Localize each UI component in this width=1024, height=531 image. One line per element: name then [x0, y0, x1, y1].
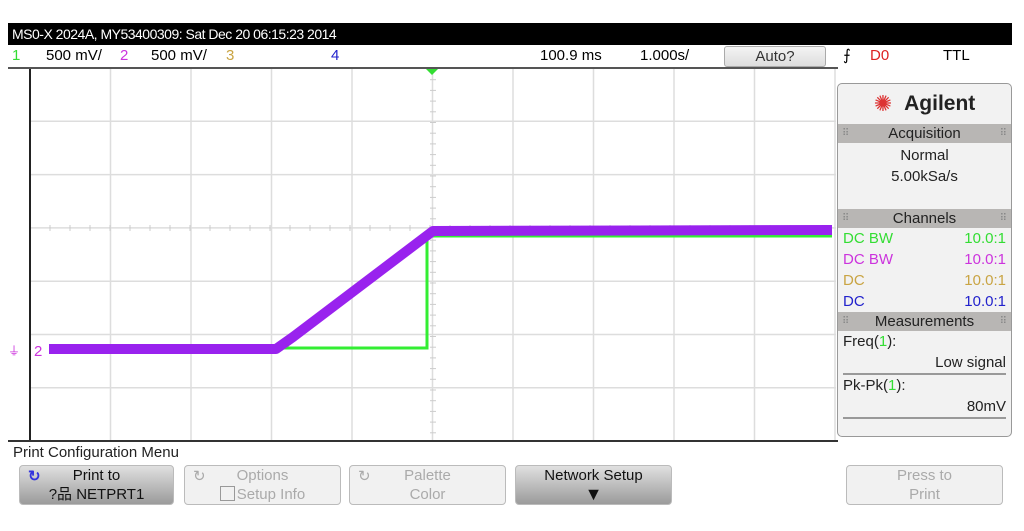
acquisition-mode: Normal: [900, 147, 949, 164]
trigger-source[interactable]: D0: [870, 45, 889, 67]
sample-rate: 5.00kSa/s: [891, 168, 958, 185]
print-to-softkey[interactable]: ↻ Print to ?品 NETPRT1: [19, 465, 174, 505]
softkey-value: Color: [409, 486, 446, 503]
palette-softkey[interactable]: ↻ Palette Color: [349, 465, 506, 505]
probe-ratio: 10.0:1: [964, 293, 1006, 310]
menu-title: Print Configuration Menu: [13, 444, 179, 461]
coupling: DC BW: [843, 251, 893, 268]
probe-ratio: 10.0:1: [964, 251, 1006, 268]
measurement-label-close: ):: [896, 377, 906, 394]
brand-header: ✺ Agilent: [838, 84, 1011, 124]
channels-header[interactable]: Channels: [838, 209, 1011, 228]
softkey-label: Palette: [404, 467, 451, 484]
softkey-value: Setup Info: [236, 486, 306, 503]
measurement-channel: 1: [878, 333, 888, 350]
setup-info-checkbox[interactable]: [219, 486, 235, 501]
probe-ratio: 10.0:1: [964, 272, 1006, 289]
title-bar: MS0-X 2024A, MY53400309: Sat Dec 20 06:1…: [8, 23, 1012, 45]
ch1-scale[interactable]: 500 mV/: [46, 45, 102, 67]
delay-value[interactable]: 100.9 ms: [540, 45, 602, 67]
trigger-level[interactable]: TTL: [943, 45, 970, 67]
ch2-scale[interactable]: 500 mV/: [151, 45, 207, 67]
channel-row[interactable]: DC 10.0:1: [838, 291, 1011, 312]
rotate-knob-icon: ↻: [28, 468, 41, 485]
measurement-item[interactable]: Pk-Pk(1): 80mV: [838, 375, 1011, 419]
acquisition-header[interactable]: Acquisition: [838, 124, 1011, 143]
channel-row[interactable]: DC BW 10.0:1: [838, 228, 1011, 249]
measurement-value: Low signal: [843, 352, 1006, 375]
softkey-value: Print: [909, 486, 940, 503]
channel-1-trace: [280, 234, 832, 350]
measurement-item[interactable]: Freq(1): Low signal: [838, 331, 1011, 375]
ch1-number[interactable]: 1: [12, 45, 20, 67]
measurement-label-close: ):: [887, 333, 897, 350]
measurement-label: Freq(: [843, 333, 879, 350]
probe-ratio: 10.0:1: [964, 230, 1006, 247]
softkey-label: Options: [236, 467, 289, 484]
measurement-value: 80mV: [843, 396, 1006, 419]
coupling: DC: [843, 293, 865, 310]
ground-reference-icon: ⏚: [8, 344, 20, 358]
softkey-label: Network Setup: [544, 467, 643, 484]
rotate-knob-icon: ↻: [193, 468, 206, 485]
ch3-number[interactable]: 3: [226, 45, 234, 67]
measurement-label: Pk-Pk(: [843, 377, 888, 394]
options-softkey[interactable]: ↻ Options Setup Info: [184, 465, 341, 505]
trigger-mode-button[interactable]: Auto?: [724, 46, 826, 67]
press-to-print-softkey[interactable]: Press to Print: [846, 465, 1003, 505]
timebase-scale[interactable]: 1.000s/: [640, 45, 689, 67]
graticule: [29, 68, 836, 440]
rotate-knob-icon: ↻: [358, 468, 371, 485]
ch2-number[interactable]: 2: [120, 45, 128, 67]
softkey-label: Print to: [72, 467, 121, 484]
channel-row[interactable]: DC BW 10.0:1: [838, 249, 1011, 270]
channel-2-trace: [49, 225, 833, 354]
agilent-logo-icon: ✺: [873, 91, 893, 116]
network-setup-softkey[interactable]: Network Setup ▼: [515, 465, 672, 505]
channel-status-row: 1 500 mV/ 2 500 mV/ 3 4 100.9 ms 1.000s/…: [8, 45, 1012, 67]
brand-name: Agilent: [904, 92, 976, 115]
waveform-display[interactable]: ⏚ 2: [8, 67, 838, 445]
side-panel: ✺ Agilent Acquisition Normal 5.00kSa/s C…: [837, 83, 1012, 437]
channel-2-ground-marker[interactable]: 2: [34, 343, 42, 360]
ch4-number[interactable]: 4: [331, 45, 339, 67]
softkey-value: ?品 NETPRT1: [48, 486, 145, 503]
rising-edge-icon: ⨍: [843, 47, 851, 64]
channel-row[interactable]: DC 10.0:1: [838, 270, 1011, 291]
trigger-position-marker: [426, 69, 438, 75]
softkey-label: Press to: [896, 467, 953, 484]
coupling: DC BW: [843, 230, 893, 247]
submenu-arrow-icon: ▼: [584, 484, 603, 504]
measurements-header[interactable]: Measurements: [838, 312, 1011, 331]
coupling: DC: [843, 272, 865, 289]
